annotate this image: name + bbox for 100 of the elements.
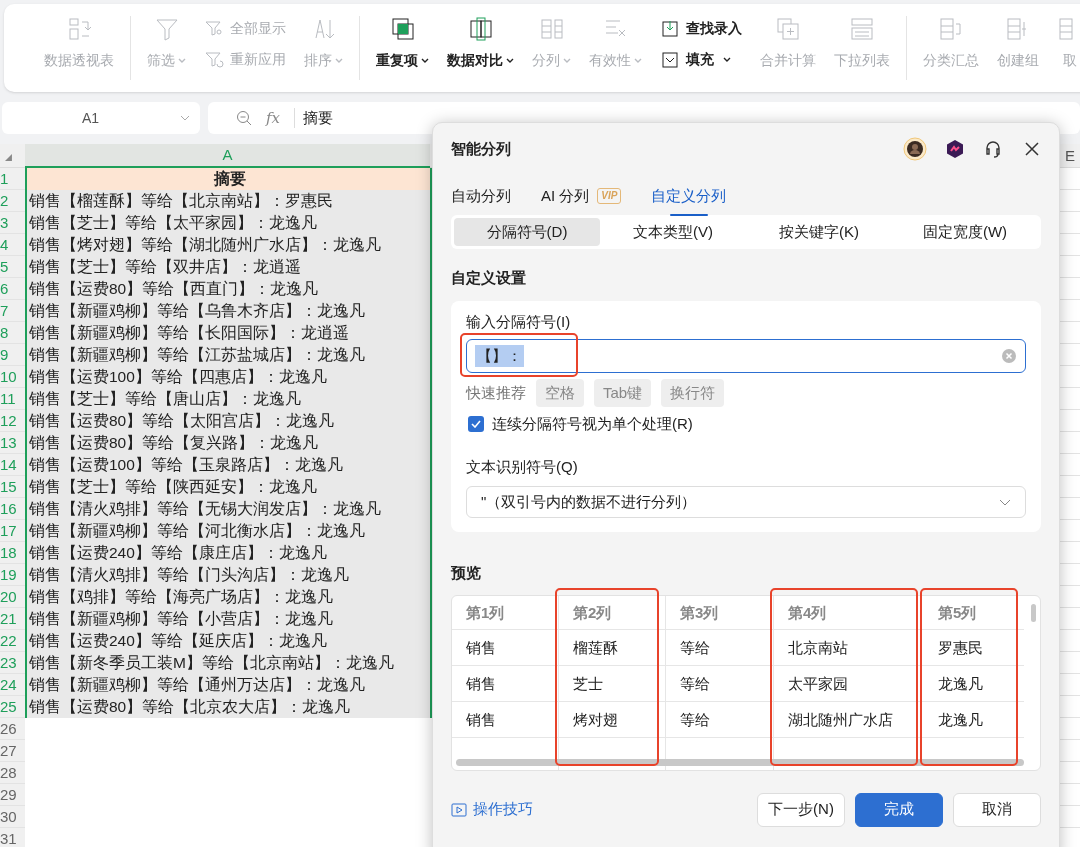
- toolbar-button[interactable]: 填充: [660, 49, 742, 70]
- dialog-button[interactable]: 下一步(N): [757, 792, 845, 827]
- table-cell-text: 销售【运费80】等给【太阳宫店】：龙逸凡: [28, 411, 335, 432]
- column-header: 第3列: [666, 595, 773, 630]
- column-header[interactable]: A: [24, 144, 431, 168]
- table-cell: 等给: [666, 665, 773, 702]
- row-number[interactable]: 4: [0, 234, 25, 255]
- dialog-button[interactable]: 取消: [953, 792, 1041, 827]
- select-all-icon[interactable]: [3, 152, 15, 164]
- row-number[interactable]: 7: [0, 300, 25, 321]
- horizontal-scrollbar[interactable]: [456, 758, 1024, 766]
- row-number[interactable]: 19: [0, 564, 25, 585]
- zoom-icon[interactable]: [236, 110, 252, 126]
- row-number[interactable]: 10: [0, 366, 25, 387]
- vertical-scrollbar[interactable]: [1031, 603, 1036, 622]
- column-header: 第4列: [774, 595, 924, 630]
- hexagon-logo-icon[interactable]: [945, 139, 965, 159]
- quick-label: 快速推荐: [466, 382, 526, 403]
- row-number[interactable]: 1: [0, 168, 25, 189]
- caret-icon[interactable]: [421, 57, 429, 64]
- table-cell: 太平家园: [774, 665, 924, 702]
- row-number[interactable]: 24: [0, 674, 25, 695]
- row-number[interactable]: 12: [0, 410, 25, 431]
- close-icon[interactable]: [1023, 140, 1041, 158]
- table-cell-text: 销售【运费80】等给【西直门】：龙逸凡: [28, 279, 319, 300]
- compare-icon[interactable]: [467, 16, 494, 42]
- qualifier-select[interactable]: "（双引号内的数据不进行分列）: [466, 486, 1026, 518]
- clear-icon[interactable]: [1001, 348, 1017, 364]
- row-number[interactable]: 28: [0, 762, 25, 783]
- section-title: 自定义设置: [451, 268, 527, 288]
- name-box[interactable]: A1: [2, 102, 200, 134]
- fill-icon[interactable]: [660, 49, 680, 70]
- select-value: "（双引号内的数据不进行分列）: [481, 491, 698, 512]
- row-number[interactable]: 8: [0, 322, 25, 343]
- row-number[interactable]: 13: [0, 432, 25, 453]
- row-number[interactable]: 26: [0, 718, 25, 739]
- row-number[interactable]: 6: [0, 278, 25, 299]
- row-number[interactable]: 25: [0, 696, 25, 717]
- mode-tab[interactable]: 按关键字(K): [746, 218, 892, 246]
- row-number[interactable]: 22: [0, 630, 25, 651]
- headset-icon[interactable]: [983, 139, 1003, 159]
- function-button[interactable]: fx: [266, 106, 280, 130]
- table-cell: 榴莲酥: [559, 629, 665, 666]
- row-number[interactable]: 23: [0, 652, 25, 673]
- play-icon[interactable]: [451, 801, 467, 818]
- suggestion-chip[interactable]: 换行符: [661, 379, 725, 407]
- table-cell-text: 销售【芝士】等给【陕西延安】：龙逸凡: [28, 477, 317, 498]
- dialog-button[interactable]: 完成: [855, 792, 943, 827]
- table-cell: 北京南站: [774, 629, 924, 666]
- caret-icon[interactable]: [723, 56, 731, 63]
- row-number[interactable]: 27: [0, 740, 25, 761]
- row-number[interactable]: 5: [0, 256, 25, 277]
- table-cell-text: 销售【芝士】等给【双井店】：龙逍遥: [28, 257, 301, 278]
- column-header: 第1列: [452, 595, 558, 630]
- row-number[interactable]: 14: [0, 454, 25, 475]
- suggestion-chip[interactable]: 空格: [536, 379, 584, 407]
- suggestion-chip[interactable]: Tab键: [594, 379, 652, 407]
- toolbar-button[interactable]: 查找录入: [660, 18, 742, 39]
- duplicate-icon[interactable]: [389, 16, 416, 42]
- table-cell: 销售: [452, 701, 558, 738]
- row-number[interactable]: 17: [0, 520, 25, 541]
- dropdown-icon[interactable]: [999, 498, 1011, 506]
- tab[interactable]: 自定义分列: [651, 185, 727, 216]
- table-cell-text: 销售【鸡排】等给【海亮广场店】：龙逸凡: [28, 587, 333, 608]
- row-number[interactable]: 2: [0, 190, 25, 211]
- row-number[interactable]: 31: [0, 828, 25, 847]
- caret-icon[interactable]: [506, 57, 514, 64]
- tab[interactable]: AI 分列 VIP: [541, 185, 622, 216]
- tips-link[interactable]: 操作技巧: [451, 798, 747, 821]
- field-label: 文本识别符号(Q): [466, 456, 579, 477]
- table-cell: 销售: [452, 665, 558, 702]
- table-cell-text: 销售【新疆鸡柳】等给【江苏盐城店】：龙逸凡: [28, 345, 365, 366]
- avatar-icon[interactable]: [903, 137, 927, 161]
- row-number[interactable]: 15: [0, 476, 25, 497]
- mode-tab[interactable]: 固定宽度(W): [892, 218, 1038, 246]
- table-cell: 龙逸凡: [924, 701, 1024, 738]
- row-number[interactable]: 20: [0, 586, 25, 607]
- toolbar-button[interactable]: 数据对比: [447, 16, 514, 71]
- row-number[interactable]: 11: [0, 388, 25, 409]
- table-cell-text: 销售【运费100】等给【玉泉路店】：龙逸凡: [28, 455, 343, 476]
- table-cell: 等给: [666, 629, 773, 666]
- section-title: 预览: [451, 563, 482, 583]
- table-cell-text: 销售【清火鸡排】等给【无锡大润发店】：龙逸凡: [28, 499, 381, 520]
- input-value: 【】：: [475, 344, 524, 368]
- row-number[interactable]: 18: [0, 542, 25, 563]
- row-number[interactable]: 16: [0, 498, 25, 519]
- header-cell-text: 摘要: [212, 169, 247, 190]
- checkbox[interactable]: [468, 416, 484, 433]
- column-header[interactable]: E: [1060, 144, 1080, 168]
- row-number[interactable]: 3: [0, 212, 25, 233]
- mode-tab[interactable]: 分隔符号(D): [454, 218, 600, 246]
- row-number[interactable]: 29: [0, 784, 25, 805]
- row-number[interactable]: 30: [0, 806, 25, 827]
- mode-tab[interactable]: 文本类型(V): [600, 218, 746, 246]
- toolbar-button[interactable]: 重复项: [376, 16, 429, 71]
- column-header: 第5列: [924, 595, 1024, 630]
- delimiter-input[interactable]: 【】：: [466, 339, 1026, 373]
- row-number[interactable]: 9: [0, 344, 25, 365]
- tab[interactable]: 自动分列: [451, 185, 511, 216]
- row-number[interactable]: 21: [0, 608, 25, 629]
